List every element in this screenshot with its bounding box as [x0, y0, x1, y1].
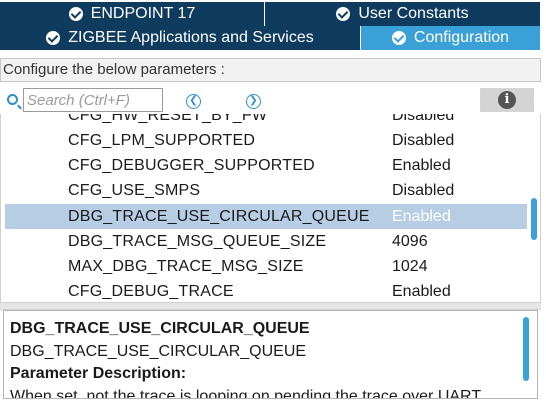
instructions-label: Configure the below parameters : [0, 58, 541, 82]
param-name: CFG_HW_RESET_BY_FW [68, 114, 268, 124]
parameters-list: CFG_HW_RESET_BY_FW Disabled CFG_LPM_SUPP… [0, 114, 541, 302]
param-row[interactable]: CFG_LPM_SUPPORTED Disabled [5, 128, 527, 153]
param-value[interactable]: 4096 [392, 229, 428, 254]
check-icon [46, 31, 61, 45]
description-title: DBG_TRACE_USE_CIRCULAR_QUEUE [10, 320, 310, 337]
tab-zigbee-applications[interactable]: ZIGBEE Applications and Services [0, 26, 361, 50]
check-icon [336, 7, 351, 21]
param-value[interactable]: Enabled [392, 204, 451, 229]
param-value[interactable]: Disabled [392, 178, 454, 203]
param-value[interactable]: Enabled [392, 279, 451, 302]
params-scrollbar[interactable] [529, 114, 539, 302]
tab-row-bottom: ZIGBEE Applications and Services Configu… [0, 26, 546, 50]
param-value[interactable]: 1024 [392, 254, 428, 279]
tab-label: User Constants [358, 5, 469, 22]
param-name: DBG_TRACE_MSG_QUEUE_SIZE [68, 233, 327, 250]
param-value[interactable]: Disabled [392, 114, 454, 128]
description-panel: DBG_TRACE_USE_CIRCULAR_QUEUE DBG_TRACE_U… [3, 310, 538, 399]
param-name: CFG_LPM_SUPPORTED [68, 132, 256, 149]
param-row[interactable]: MAX_DBG_TRACE_MSG_SIZE 1024 [5, 254, 527, 279]
search-icon [7, 94, 18, 105]
tab-label: ZIGBEE Applications and Services [68, 29, 314, 46]
param-value[interactable]: Disabled [392, 128, 454, 153]
search-input[interactable] [23, 88, 163, 112]
description-body: When set, not the trace is looping on pe… [10, 388, 482, 399]
check-icon [68, 7, 83, 21]
check-icon [391, 31, 406, 45]
tab-configuration[interactable]: Configuration [361, 26, 541, 50]
param-name: CFG_DEBUG_TRACE [68, 283, 234, 300]
panel-splitter[interactable] [0, 302, 541, 310]
param-name: MAX_DBG_TRACE_MSG_SIZE [68, 258, 304, 275]
param-row[interactable]: CFG_HW_RESET_BY_FW Disabled [5, 114, 527, 128]
param-name: DBG_TRACE_USE_CIRCULAR_QUEUE [68, 208, 370, 225]
info-icon: i [498, 91, 516, 109]
param-row-selected[interactable]: DBG_TRACE_USE_CIRCULAR_QUEUE Enabled [5, 204, 527, 229]
tab-endpoint-17[interactable]: ENDPOINT 17 [0, 2, 265, 26]
param-name: CFG_USE_SMPS [68, 182, 201, 199]
param-row[interactable]: DBG_TRACE_MSG_QUEUE_SIZE 4096 [5, 229, 527, 254]
tab-label: ENDPOINT 17 [90, 5, 196, 22]
param-row[interactable]: CFG_DEBUG_TRACE Enabled [5, 279, 527, 302]
tab-row-top: ENDPOINT 17 User Constants [0, 2, 546, 26]
chevron-left-icon[interactable]: ❮ [186, 94, 201, 109]
params-scrollbar-thumb[interactable] [531, 198, 537, 240]
param-row[interactable]: CFG_DEBUGGER_SUPPORTED Enabled [5, 153, 527, 178]
description-subtitle: DBG_TRACE_USE_CIRCULAR_QUEUE [10, 343, 307, 360]
description-heading: Parameter Description: [10, 365, 187, 382]
info-button[interactable]: i [480, 88, 534, 112]
toolbar: ❮ ❯ i [0, 86, 546, 114]
param-row[interactable]: CFG_USE_SMPS Disabled [5, 178, 527, 203]
description-scrollbar-thumb[interactable] [523, 317, 529, 381]
param-value[interactable]: Enabled [392, 153, 451, 178]
tab-label: Configuration [413, 29, 510, 46]
tab-user-constants[interactable]: User Constants [265, 2, 541, 26]
param-name: CFG_DEBUGGER_SUPPORTED [68, 157, 315, 174]
chevron-right-icon[interactable]: ❯ [246, 94, 261, 109]
